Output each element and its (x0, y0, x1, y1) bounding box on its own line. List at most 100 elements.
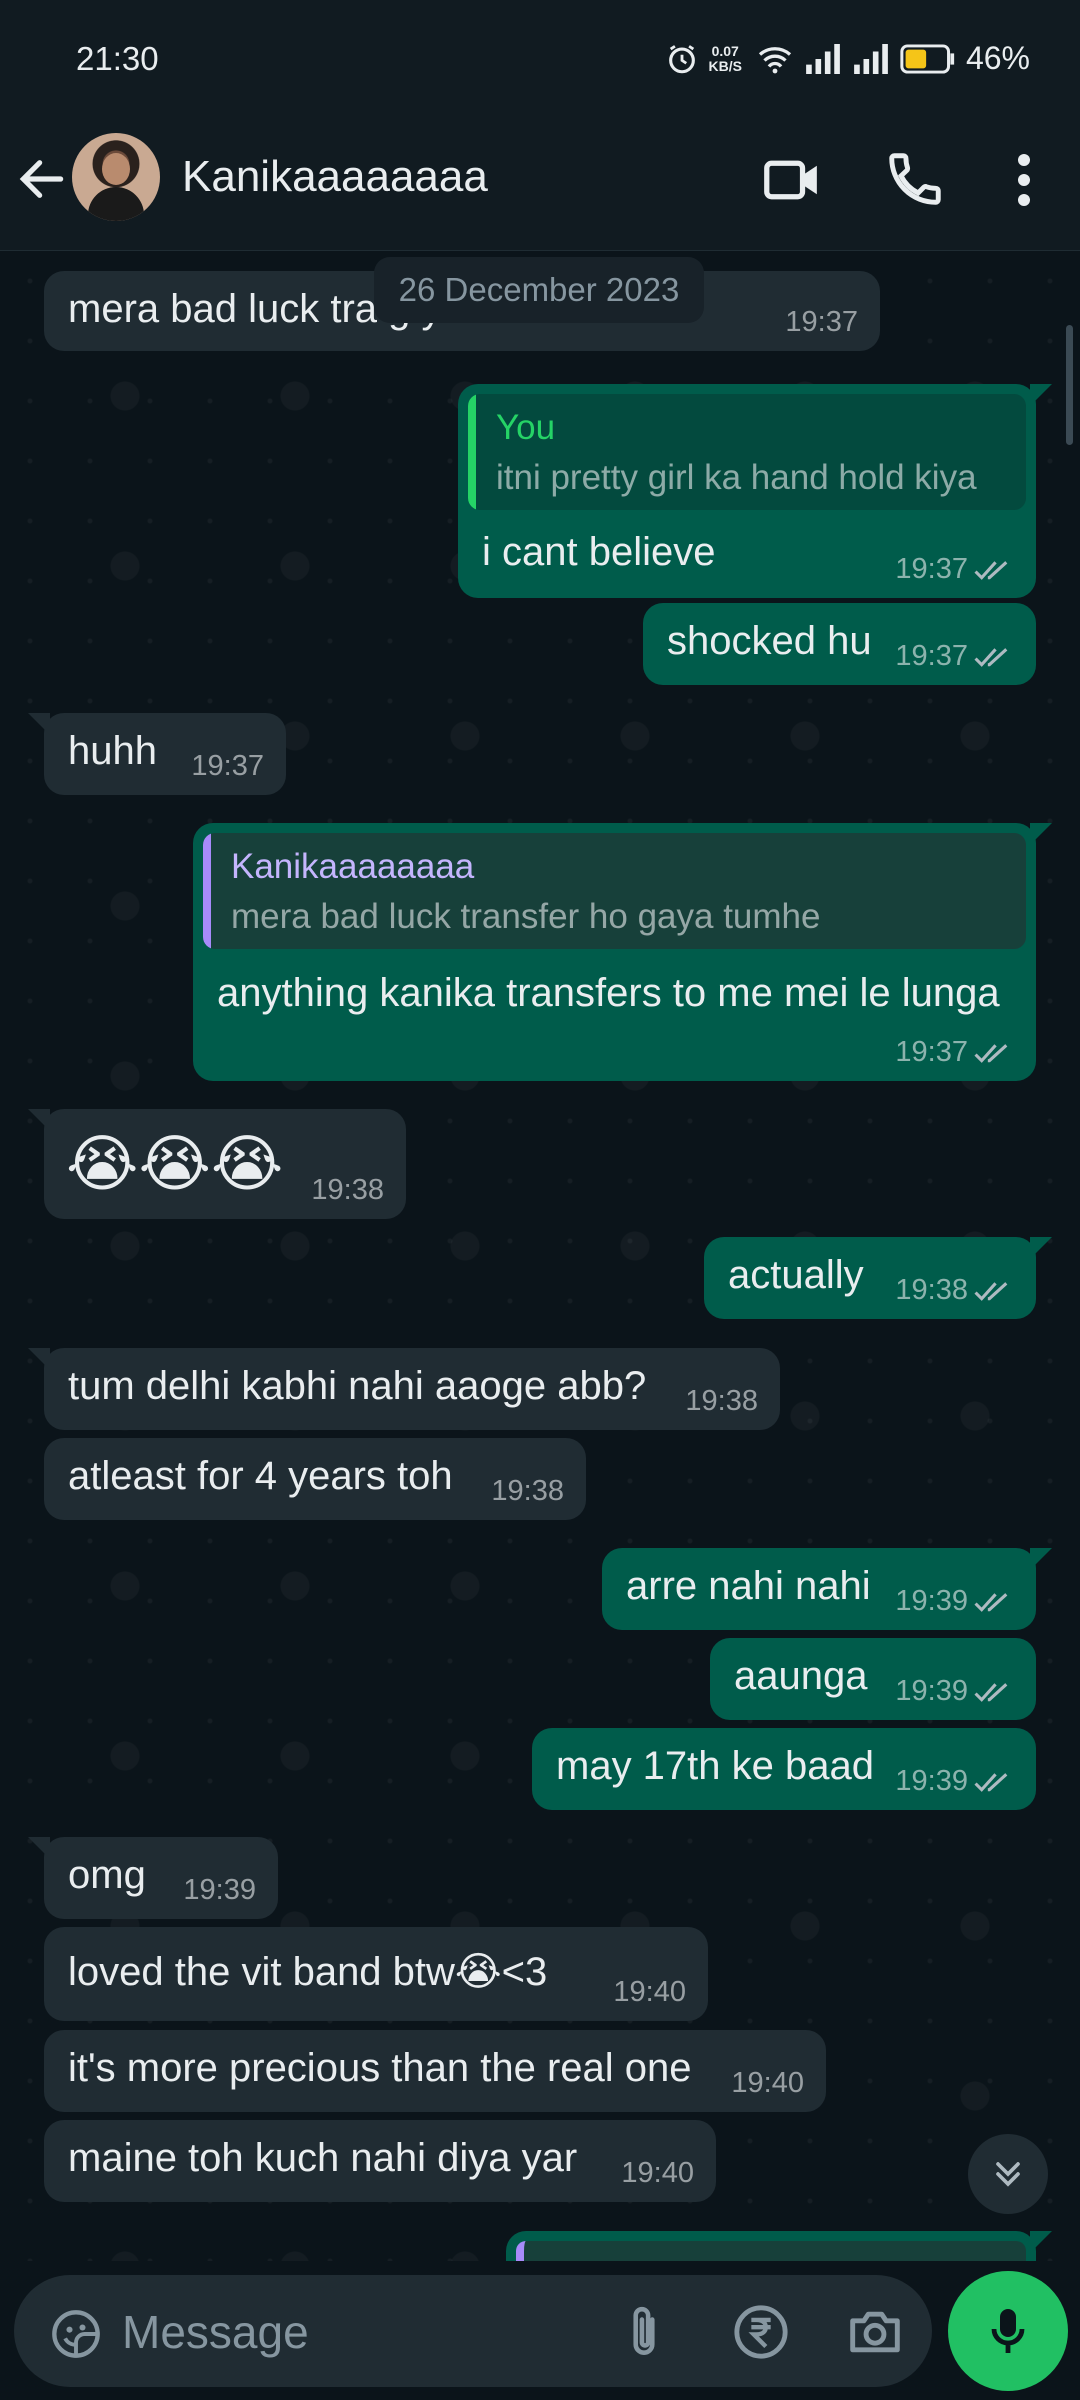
quoted-message[interactable]: You itni pretty girl ka hand hold kiya (468, 394, 1026, 510)
bubble-tail (1030, 823, 1052, 845)
scroll-to-bottom-button[interactable] (968, 2134, 1048, 2214)
bubble-tail (1030, 1237, 1052, 1259)
message-bubble[interactable]: atleast for 4 years toh 19:38 (44, 1438, 586, 1520)
read-ticks-icon (974, 1281, 1008, 1301)
message-bubble[interactable]: omg 19:39 (28, 1837, 278, 1919)
message-bubble[interactable]: tum delhi kabhi nahi aaoge abb? 19:38 (28, 1348, 780, 1430)
message-time: 19:39 (895, 1675, 968, 1707)
message-bubble[interactable]: may 17th ke baad 19:39 (532, 1728, 1036, 1810)
message-meta: 19:38 (685, 1385, 758, 1418)
message-meta: 19:39 (895, 1585, 1014, 1618)
message-time: 19:40 (731, 2067, 804, 2099)
message-meta: 19:38 (895, 1274, 1014, 1307)
message-meta: 19:38 (311, 1174, 384, 1207)
message-text: shocked hu (667, 619, 872, 663)
message-time: 19:38 (311, 1174, 384, 1206)
read-ticks-icon (974, 1682, 1008, 1702)
quote-author: You (496, 408, 556, 447)
message-meta: 19:39 (895, 1675, 1014, 1708)
message-time: 19:40 (621, 2157, 694, 2189)
quote-bar (203, 833, 211, 949)
quoted-message-partial (516, 2241, 1026, 2261)
message-bubble[interactable]: aaunga 19:39 (710, 1638, 1036, 1720)
message-text: omg (68, 1853, 146, 1897)
double-chevron-down-icon (996, 2162, 1020, 2187)
read-ticks-icon (974, 1043, 1008, 1063)
voice-call-icon[interactable] (884, 148, 946, 210)
read-ticks-icon (974, 647, 1008, 667)
message-input[interactable] (120, 2295, 584, 2369)
bubble-tail (1030, 384, 1052, 406)
message-bubble-partial[interactable] (506, 2231, 1052, 2261)
message-meta: 19:40 (731, 2067, 804, 2100)
message-meta: 19:37 (191, 750, 264, 783)
message-time: 19:37 (895, 1036, 968, 1068)
message-text: anything kanika transfers to me mei le l… (217, 971, 1000, 1015)
quote-author: Kanikaaaaaaaa (231, 847, 475, 886)
message-bubble[interactable]: arre nahi nahi 19:39 (602, 1548, 1052, 1630)
scrollbar-thumb[interactable] (1066, 325, 1073, 445)
message-text: tum delhi kabhi nahi aaoge abb? (68, 1364, 647, 1408)
message-time: 19:37 (895, 640, 968, 672)
quote-text: itni pretty girl ka hand hold kiya (496, 458, 977, 497)
rupee-payment-icon[interactable] (732, 2303, 790, 2361)
message-bubble[interactable]: Kanikaaaaaaaa mera bad luck transfer ho … (193, 823, 1052, 1081)
message-time: 19:38 (491, 1475, 564, 1507)
camera-icon[interactable] (846, 2305, 904, 2359)
bubble-tail (1030, 1548, 1052, 1570)
video-call-icon[interactable] (762, 150, 824, 210)
bubble-tail (1030, 2231, 1052, 2253)
contact-name[interactable]: Kanikaaaaaaaa (182, 152, 488, 202)
message-bubble[interactable]: maine toh kuch nahi diya yar 19:40 (44, 2120, 716, 2202)
chat-area[interactable]: mera bad luck tra g y the 19:37 You itni… (0, 251, 1080, 2261)
attach-icon[interactable] (619, 2303, 669, 2361)
message-bubble[interactable]: loved the vit band btw😭<3 19:40 (44, 1927, 708, 2021)
message-text: loved the vit band btw😭<3 (68, 1950, 548, 1994)
net-speed-value: 0.07 (711, 42, 739, 59)
read-ticks-icon (974, 1772, 1008, 1792)
message-time: 19:37 (895, 553, 968, 585)
message-bubble[interactable]: huhh 19:37 (28, 713, 286, 795)
message-bubble[interactable]: shocked hu 19:37 (643, 603, 1036, 685)
message-meta: 19:38 (491, 1475, 564, 1508)
sticker-icon[interactable] (50, 2308, 102, 2360)
quote-text: mera bad luck transfer ho gaya tumhe (231, 897, 821, 936)
net-speed-unit: KB/S (708, 57, 742, 74)
message-meta: 19:39 (183, 1874, 256, 1907)
read-ticks-icon (974, 560, 1008, 580)
message-input-box[interactable] (14, 2275, 932, 2387)
message-time: 19:38 (895, 1274, 968, 1306)
message-bubble[interactable]: 😭😭😭 19:38 (28, 1109, 406, 1219)
message-bubble[interactable]: actually 19:38 (704, 1237, 1052, 1319)
voice-message-button[interactable] (948, 2271, 1068, 2391)
message-text: i cant believe (482, 530, 716, 574)
message-text: maine toh kuch nahi diya yar (68, 2136, 578, 2180)
battery-percent: 46% (965, 40, 1030, 76)
message-text: huhh (68, 729, 157, 773)
message-meta: 19:37 (895, 640, 1014, 673)
wifi-icon (758, 46, 792, 73)
more-options-icon[interactable] (1004, 150, 1044, 210)
composer-bar (0, 2261, 1080, 2400)
message-meta: 19:37 (895, 553, 1014, 586)
message-time: 19:37 (191, 750, 264, 782)
signal-icon-1 (806, 43, 840, 74)
message-bubble[interactable]: You itni pretty girl ka hand hold kiya i… (458, 384, 1052, 598)
message-time: 19:38 (685, 1385, 758, 1417)
message-text: atleast for 4 years toh (68, 1454, 453, 1498)
quoted-message[interactable]: Kanikaaaaaaaa mera bad luck transfer ho … (203, 833, 1026, 949)
back-arrow-icon[interactable] (14, 151, 70, 207)
status-bar: 21:30 0.07 KB/S 46% (0, 0, 1080, 124)
contact-avatar[interactable] (72, 133, 160, 221)
message-meta: 19:40 (621, 2157, 694, 2190)
message-time: 19:39 (895, 1585, 968, 1617)
battery-icon (900, 43, 955, 74)
message-meta: 19:40 (613, 1976, 686, 2009)
message-meta: 19:39 (895, 1765, 1014, 1798)
message-text: aaunga (734, 1654, 868, 1698)
quote-bar (468, 394, 476, 510)
status-time: 21:30 (76, 40, 159, 77)
read-ticks-icon (974, 1592, 1008, 1612)
message-text: it's more precious than the real one (68, 2046, 692, 2090)
message-bubble[interactable]: it's more precious than the real one 19:… (44, 2030, 826, 2112)
